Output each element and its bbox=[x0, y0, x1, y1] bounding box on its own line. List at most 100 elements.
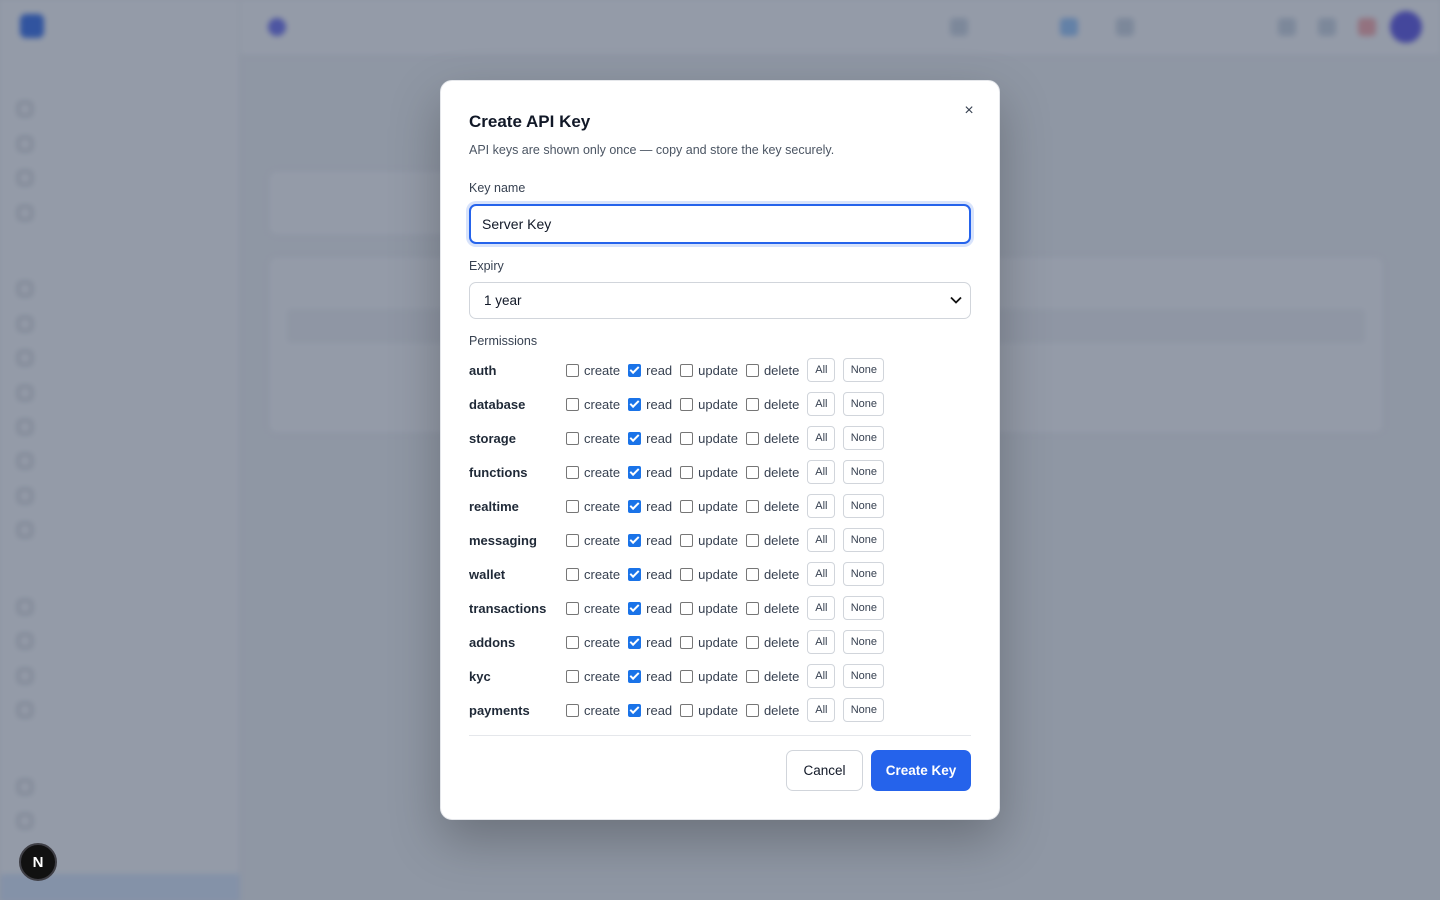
permission-auth-update[interactable]: update bbox=[680, 363, 738, 378]
kyc-select-none-button[interactable]: None bbox=[843, 664, 885, 688]
cancel-button[interactable]: Cancel bbox=[786, 750, 863, 791]
functions-create-checkbox[interactable] bbox=[566, 465, 579, 479]
wallet-update-checkbox[interactable] bbox=[680, 567, 694, 581]
addons-select-all-button[interactable]: All bbox=[807, 630, 836, 654]
realtime-select-none-button[interactable]: None bbox=[843, 494, 885, 518]
permission-database-create[interactable]: create bbox=[566, 397, 620, 412]
database-create-checkbox[interactable] bbox=[566, 397, 579, 411]
wallet-read-checkbox[interactable] bbox=[628, 567, 642, 581]
realtime-read-checkbox[interactable] bbox=[628, 499, 642, 513]
transactions-read-checkbox[interactable] bbox=[628, 601, 642, 615]
permission-wallet-update[interactable]: update bbox=[680, 567, 738, 582]
permission-payments-update[interactable]: update bbox=[680, 703, 738, 718]
addons-update-checkbox[interactable] bbox=[680, 635, 694, 649]
permission-payments-delete[interactable]: delete bbox=[745, 703, 799, 718]
database-delete-checkbox[interactable] bbox=[745, 397, 759, 411]
payments-read-checkbox[interactable] bbox=[628, 703, 642, 717]
permission-kyc-delete[interactable]: delete bbox=[745, 669, 799, 684]
payments-select-all-button[interactable]: All bbox=[807, 698, 836, 722]
functions-select-all-button[interactable]: All bbox=[807, 460, 836, 484]
transactions-select-none-button[interactable]: None bbox=[843, 596, 885, 620]
addons-read-checkbox[interactable] bbox=[628, 635, 642, 649]
database-select-none-button[interactable]: None bbox=[843, 392, 885, 416]
functions-update-checkbox[interactable] bbox=[680, 465, 694, 479]
permission-payments-read[interactable]: read bbox=[628, 703, 672, 718]
auth-delete-checkbox[interactable] bbox=[745, 363, 759, 377]
auth-read-checkbox[interactable] bbox=[628, 363, 642, 377]
permission-wallet-read[interactable]: read bbox=[628, 567, 672, 582]
wallet-delete-checkbox[interactable] bbox=[745, 567, 759, 581]
permission-storage-read[interactable]: read bbox=[628, 431, 672, 446]
permission-realtime-update[interactable]: update bbox=[680, 499, 738, 514]
payments-create-checkbox[interactable] bbox=[566, 703, 579, 717]
functions-delete-checkbox[interactable] bbox=[745, 465, 759, 479]
messaging-delete-checkbox[interactable] bbox=[745, 533, 759, 547]
permission-database-read[interactable]: read bbox=[628, 397, 672, 412]
permission-database-update[interactable]: update bbox=[680, 397, 738, 412]
permission-functions-create[interactable]: create bbox=[566, 465, 620, 480]
permission-storage-create[interactable]: create bbox=[566, 431, 620, 446]
transactions-delete-checkbox[interactable] bbox=[745, 601, 759, 615]
kyc-update-checkbox[interactable] bbox=[680, 669, 694, 683]
transactions-create-checkbox[interactable] bbox=[566, 601, 579, 615]
transactions-update-checkbox[interactable] bbox=[680, 601, 694, 615]
permission-kyc-update[interactable]: update bbox=[680, 669, 738, 684]
permission-functions-delete[interactable]: delete bbox=[745, 465, 799, 480]
permission-realtime-read[interactable]: read bbox=[628, 499, 672, 514]
storage-select-none-button[interactable]: None bbox=[843, 426, 885, 450]
auth-create-checkbox[interactable] bbox=[566, 363, 579, 377]
realtime-update-checkbox[interactable] bbox=[680, 499, 694, 513]
messaging-select-none-button[interactable]: None bbox=[843, 528, 885, 552]
messaging-create-checkbox[interactable] bbox=[566, 533, 579, 547]
permission-kyc-create[interactable]: create bbox=[566, 669, 620, 684]
permission-transactions-create[interactable]: create bbox=[566, 601, 620, 616]
permission-addons-update[interactable]: update bbox=[680, 635, 738, 650]
realtime-select-all-button[interactable]: All bbox=[807, 494, 836, 518]
permission-messaging-create[interactable]: create bbox=[566, 533, 620, 548]
permission-realtime-create[interactable]: create bbox=[566, 499, 620, 514]
storage-create-checkbox[interactable] bbox=[566, 431, 579, 445]
permission-database-delete[interactable]: delete bbox=[745, 397, 799, 412]
auth-select-all-button[interactable]: All bbox=[807, 358, 836, 382]
auth-update-checkbox[interactable] bbox=[680, 363, 694, 377]
payments-update-checkbox[interactable] bbox=[680, 703, 694, 717]
addons-delete-checkbox[interactable] bbox=[745, 635, 759, 649]
wallet-select-all-button[interactable]: All bbox=[807, 562, 836, 586]
permission-addons-create[interactable]: create bbox=[566, 635, 620, 650]
kyc-select-all-button[interactable]: All bbox=[807, 664, 836, 688]
storage-read-checkbox[interactable] bbox=[628, 431, 642, 445]
permission-realtime-delete[interactable]: delete bbox=[745, 499, 799, 514]
payments-delete-checkbox[interactable] bbox=[745, 703, 759, 717]
messaging-select-all-button[interactable]: All bbox=[807, 528, 836, 552]
permission-functions-update[interactable]: update bbox=[680, 465, 738, 480]
functions-read-checkbox[interactable] bbox=[628, 465, 642, 479]
database-update-checkbox[interactable] bbox=[680, 397, 694, 411]
close-icon[interactable]: × bbox=[961, 103, 977, 119]
realtime-create-checkbox[interactable] bbox=[566, 499, 579, 513]
wallet-create-checkbox[interactable] bbox=[566, 567, 579, 581]
permission-wallet-delete[interactable]: delete bbox=[745, 567, 799, 582]
addons-select-none-button[interactable]: None bbox=[843, 630, 885, 654]
messaging-read-checkbox[interactable] bbox=[628, 533, 642, 547]
database-read-checkbox[interactable] bbox=[628, 397, 642, 411]
permission-addons-read[interactable]: read bbox=[628, 635, 672, 650]
permission-messaging-update[interactable]: update bbox=[680, 533, 738, 548]
messaging-update-checkbox[interactable] bbox=[680, 533, 694, 547]
permission-auth-create[interactable]: create bbox=[566, 363, 620, 378]
payments-select-none-button[interactable]: None bbox=[843, 698, 885, 722]
permission-auth-delete[interactable]: delete bbox=[745, 363, 799, 378]
kyc-create-checkbox[interactable] bbox=[566, 669, 579, 683]
permission-transactions-read[interactable]: read bbox=[628, 601, 672, 616]
permission-addons-delete[interactable]: delete bbox=[745, 635, 799, 650]
permission-storage-update[interactable]: update bbox=[680, 431, 738, 446]
permission-messaging-delete[interactable]: delete bbox=[745, 533, 799, 548]
kyc-read-checkbox[interactable] bbox=[628, 669, 642, 683]
storage-delete-checkbox[interactable] bbox=[745, 431, 759, 445]
storage-select-all-button[interactable]: All bbox=[807, 426, 836, 450]
permission-transactions-update[interactable]: update bbox=[680, 601, 738, 616]
wallet-select-none-button[interactable]: None bbox=[843, 562, 885, 586]
permission-functions-read[interactable]: read bbox=[628, 465, 672, 480]
permission-wallet-create[interactable]: create bbox=[566, 567, 620, 582]
permission-payments-create[interactable]: create bbox=[566, 703, 620, 718]
addons-create-checkbox[interactable] bbox=[566, 635, 579, 649]
